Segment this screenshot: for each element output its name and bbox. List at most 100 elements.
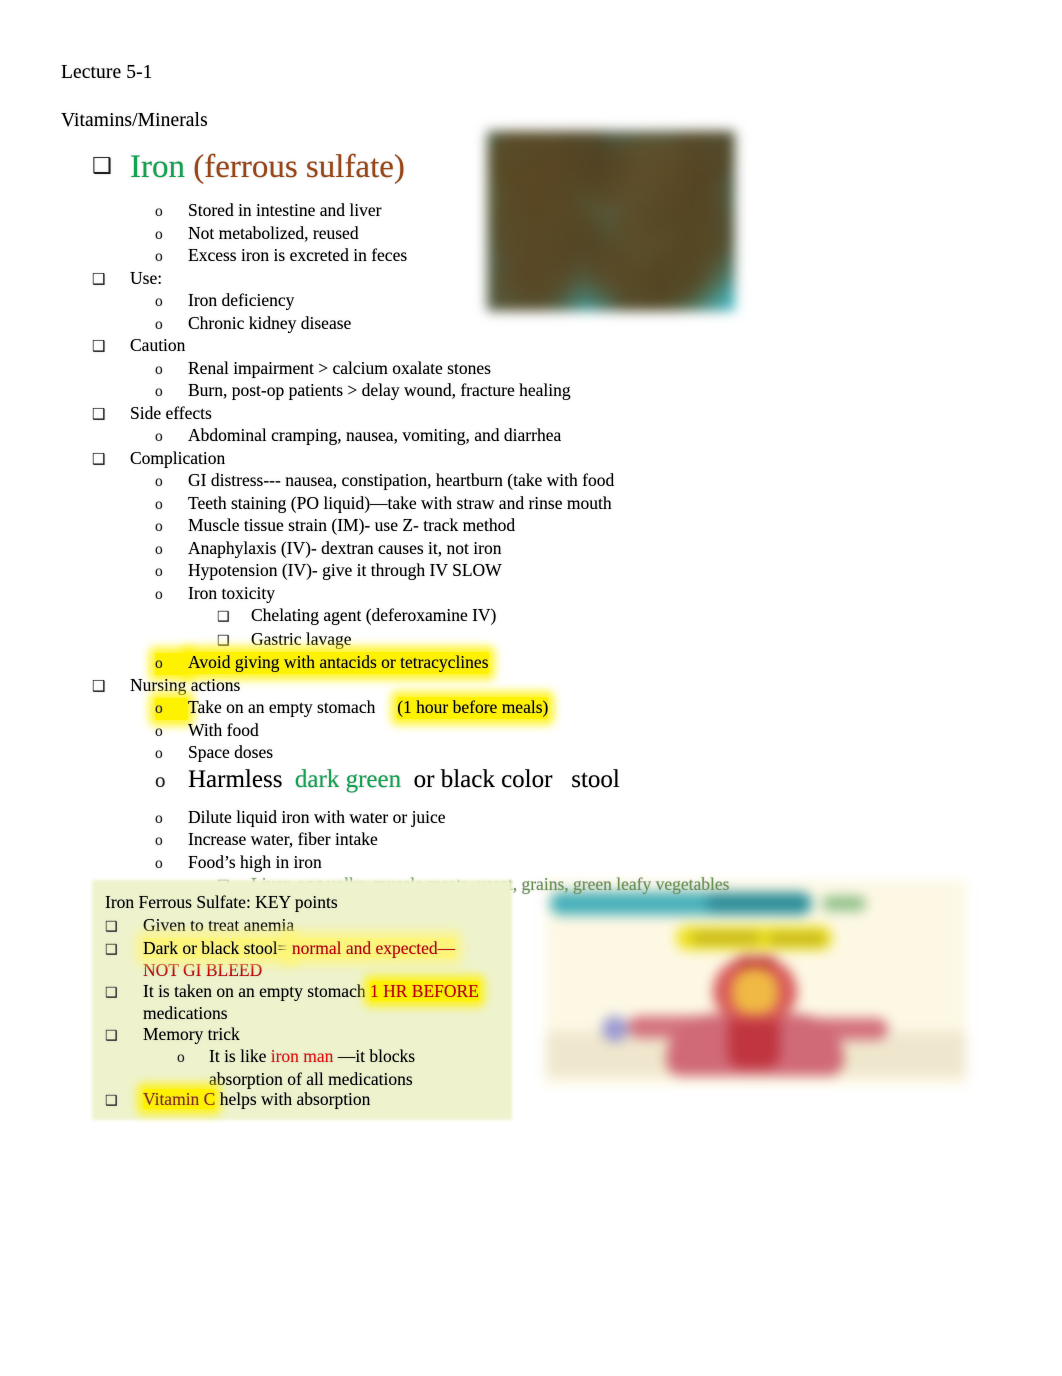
list-item: o Iron toxicity [0, 583, 740, 606]
avoid-antacids-label: Avoid giving with antacids or tetracycli… [188, 652, 489, 674]
list-item-label: Excess iron is excreted in feces [188, 245, 408, 265]
list-item-avoid-antacids: o Avoid giving with antacids or tetracycl… [0, 652, 740, 675]
key-points-title: Iron Ferrous Sulfate: KEY points [105, 892, 338, 912]
one-hour-before-meals-note: (1 hour before meals) [397, 697, 549, 719]
list-item-take-empty-stomach: o Take on an empty stomach (1 hour before… [0, 697, 740, 720]
bullet-glyph-icon: o [155, 585, 163, 603]
bullet-glyph-icon: ❑ [92, 449, 106, 468]
or-black-color-words: or black color [413, 765, 553, 793]
bullet-glyph-icon: ❑ [92, 154, 112, 179]
list-item: ❑ Gastric lavage [0, 629, 740, 653]
list-item: o Dilute liquid iron with water or juice [0, 807, 740, 830]
outline-item-label: Side effects [130, 402, 212, 423]
document-page: Lecture 5-1 Vitamins/Minerals ❑ Iron (fer… [0, 0, 1062, 1376]
key-points-item-4-label: Memory trick [143, 1023, 240, 1044]
bullet-glyph-icon: o [155, 809, 163, 827]
meme-yellow-highlight-bar-3 [768, 932, 826, 946]
bullet-glyph-icon: o [155, 203, 163, 220]
iron-heading-parenthetical-text: (ferrous sulfate) [193, 149, 405, 185]
list-item-label: Space doses [188, 742, 274, 762]
key-points-item-1: ❑ Given to treat anemia [105, 915, 522, 938]
key-points-item-2-red: normal and expected— [291, 937, 456, 958]
list-item-label: Increase water, fiber intake [188, 829, 378, 849]
outline-item-complication: ❑ Complication [0, 448, 740, 471]
iron-man-phrase: iron man [270, 1046, 334, 1066]
bullet-glyph-icon: o [155, 473, 163, 490]
list-item: o Stored in intestine and liver [0, 200, 740, 223]
key-points-item-4-sub: o It is like iron man —it blocks [105, 1046, 522, 1069]
key-points-item-5-black: helps with absorption [219, 1089, 371, 1109]
list-item: o Hypotension (IV)- give it through IV SL… [0, 560, 740, 583]
bullet-glyph-icon: o [155, 653, 188, 675]
outline-item-label: Caution [130, 335, 186, 355]
bullet-glyph-icon: ❑ [92, 269, 106, 288]
list-item-label: Teeth staining (PO liquid)—take with str… [188, 492, 612, 513]
list-item: o Space doses [0, 742, 740, 765]
bullet-glyph-icon: ❑ [105, 1027, 118, 1044]
bullet-glyph-icon: o [155, 293, 163, 310]
iron-heading-parenthetical [185, 149, 193, 185]
meme-accent-dot [602, 1016, 628, 1042]
dark-green-word: dark green [294, 765, 402, 793]
bullet-glyph-icon: o [155, 854, 163, 872]
outline-item-iron-heading: ❑ Iron (ferrous sulfate) [0, 151, 740, 198]
key-points-item-5: ❑ Vitamin C helps with absorption [105, 1089, 522, 1112]
bullet-glyph-icon: ❑ [217, 632, 230, 649]
bullet-glyph-icon: ❑ [105, 941, 118, 958]
list-item-label: Muscle tissue strain (IM)- use Z- track … [188, 515, 516, 535]
list-item: o Anaphylaxis (IV)- dextran causes it, no… [0, 538, 740, 561]
key-points-item-2-black: Dark or black stool= [143, 937, 288, 958]
list-item-label: Food’s high in iron [188, 851, 322, 872]
meme-figure-chest [728, 1012, 780, 1068]
bullet-glyph-icon: ❑ [217, 609, 230, 625]
key-points-item-4-sub-pre: It is like [209, 1046, 267, 1066]
list-item: o Renal impairment > calcium oxalate ston… [0, 358, 740, 381]
list-item: o Burn, post-op patients > delay wound, f… [0, 380, 740, 403]
outline-item-label: Complication [130, 447, 226, 468]
iron-heading-name: Iron [130, 149, 185, 185]
bullet-glyph-icon: o [155, 722, 163, 740]
list-item: o Iron deficiency [0, 290, 740, 313]
bullet-glyph-icon: o [155, 248, 163, 265]
key-points-item-4: ❑ Memory trick [105, 1024, 522, 1047]
list-item: o Teeth staining (PO liquid)—take with st… [0, 493, 740, 516]
list-item-label: Gastric lavage [251, 628, 352, 649]
outline-item-label: Use: [130, 267, 163, 288]
bullet-glyph-icon: ❑ [105, 984, 118, 1001]
key-points-item-1-label: Given to treat anemia [143, 915, 295, 935]
bullet-glyph-icon: o [155, 225, 163, 243]
list-item-label: With food [188, 719, 259, 740]
bullet-glyph-icon: o [155, 698, 188, 720]
list-item: o Excess iron is excreted in feces [0, 245, 740, 268]
list-item: o Food’s high in iron [0, 852, 740, 875]
list-item-harmless-stool: o Harmless dark green or black color stoo… [0, 765, 740, 803]
bullet-glyph-icon: o [155, 832, 163, 849]
list-item-label: Chronic kidney disease [188, 312, 352, 333]
outline-item-use: ❑ Use: [0, 268, 740, 291]
key-points-item-4-sub-line2: absorption of all medications [209, 1068, 413, 1089]
take-empty-stomach-label: Take on an empty stomach [188, 697, 376, 717]
outline-item-nursing-actions: ❑ Nursing actions [0, 675, 740, 698]
key-points-item-3: ❑ It is taken on an empty stomach 1 HR BE… [105, 980, 522, 1004]
list-item-label: Hypotension (IV)- give it through IV SLO… [188, 560, 502, 580]
bullet-glyph-icon: ❑ [92, 676, 106, 695]
list-item: o GI distress--- nausea, constipation, he… [0, 470, 740, 493]
list-item-label: Abdominal cramping, nausea, vomiting, an… [188, 425, 562, 445]
list-item: o Not metabolized, reused [0, 223, 740, 246]
lecture-title: Lecture 5-1 [61, 62, 153, 83]
key-points-item-3-highlight: 1 HR BEFORE [369, 980, 479, 1001]
bullet-glyph-icon: o [155, 518, 163, 535]
vitamin-c-label: Vitamin C [143, 1089, 216, 1109]
meme-teal-highlight-bar-3 [822, 896, 866, 911]
section-title: Vitamins/Minerals [61, 110, 208, 131]
meme-figure-faceplate [732, 968, 778, 1014]
bullet-glyph-icon: ❑ [105, 919, 118, 935]
list-item: o Chronic kidney disease [0, 313, 740, 336]
bullet-glyph-icon: ❑ [105, 1093, 118, 1109]
list-item: o Increase water, fiber intake [0, 829, 740, 852]
list-item-label: Renal impairment > calcium oxalate stone… [188, 357, 491, 378]
